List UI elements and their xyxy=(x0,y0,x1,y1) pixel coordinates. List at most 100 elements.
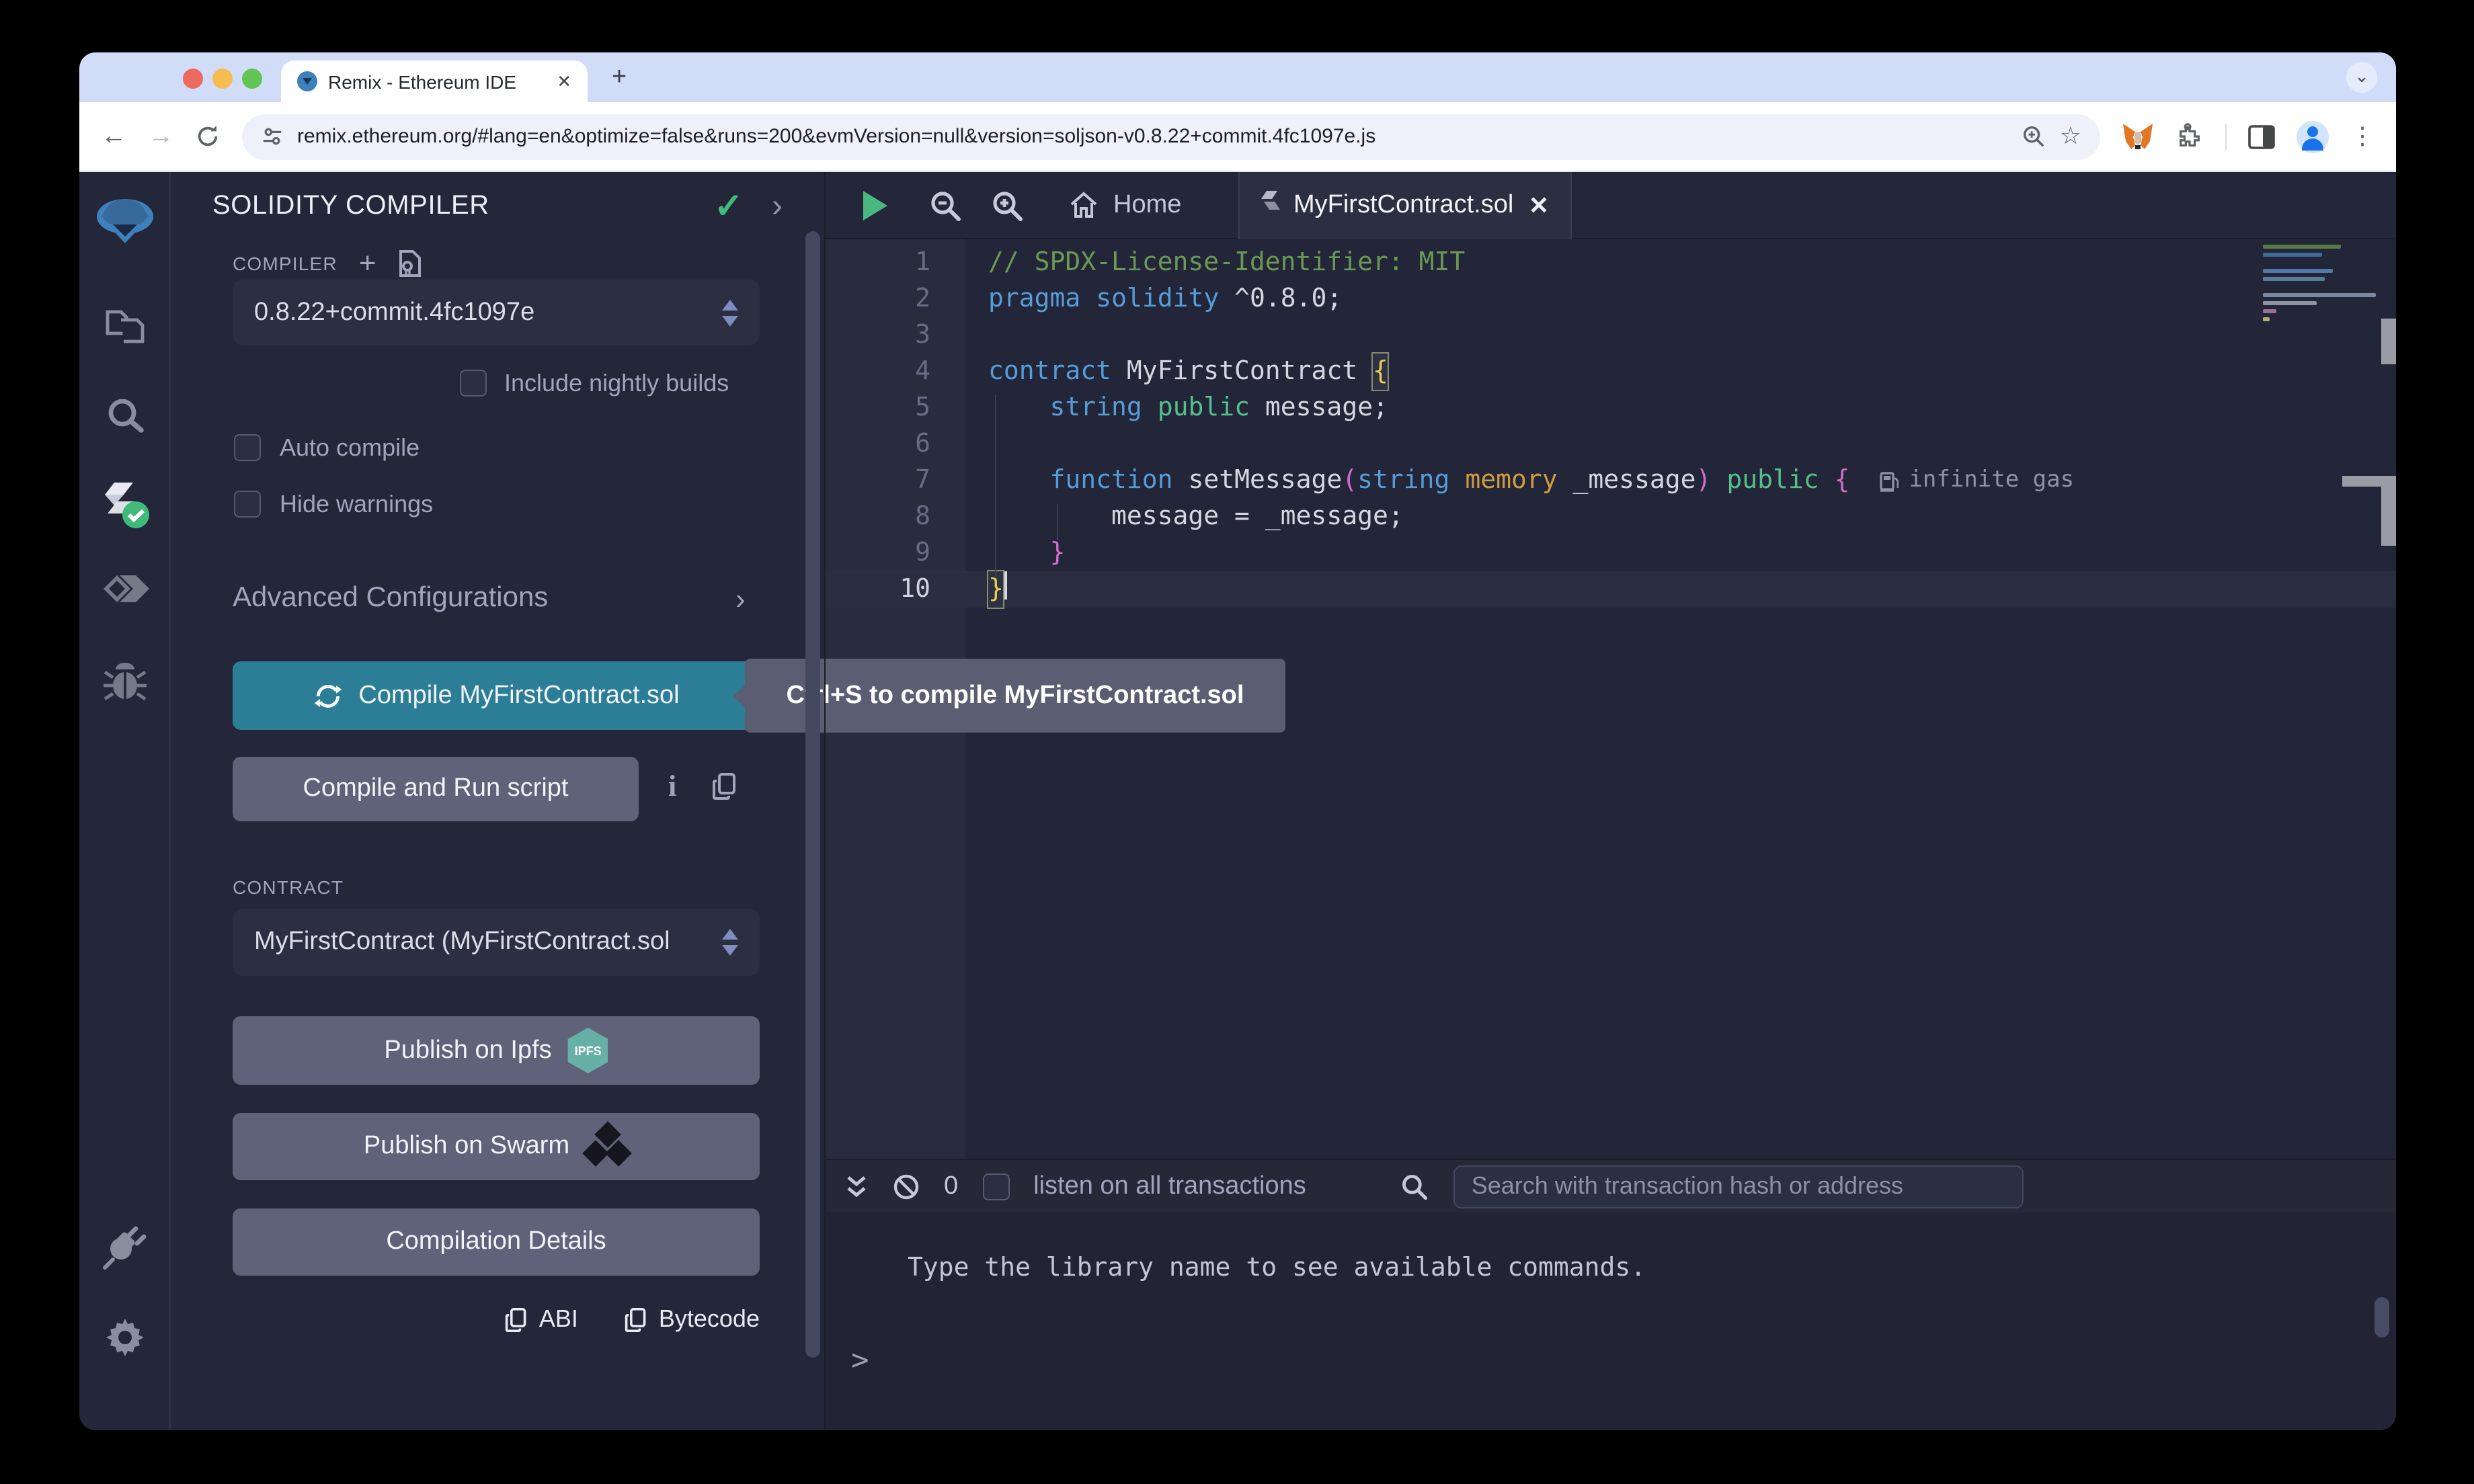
traffic-close-button[interactable] xyxy=(183,69,203,89)
code-line[interactable]: 5 string public message; xyxy=(826,390,2396,426)
hide-warnings-checkbox[interactable] xyxy=(234,491,261,518)
advanced-configurations-label[interactable]: Advanced Configurations xyxy=(233,582,548,614)
panel-chevron-right-icon[interactable]: › xyxy=(772,188,783,226)
publish-ipfs-button[interactable]: Publish on Ipfs IPFS xyxy=(233,1016,760,1085)
terminal-output[interactable]: Type the library name to see available c… xyxy=(826,1212,2396,1430)
solidity-compiler-icon[interactable] xyxy=(97,477,151,531)
run-script-play-icon[interactable] xyxy=(863,191,887,220)
side-panel-icon[interactable] xyxy=(2248,124,2275,149)
settings-gear-icon[interactable] xyxy=(102,1315,147,1360)
plugin-manager-plug-icon[interactable] xyxy=(102,1225,147,1270)
search-icon[interactable] xyxy=(103,395,146,438)
compile-success-check-icon: ✓ xyxy=(714,186,744,227)
panel-divider xyxy=(824,172,826,1430)
add-compiler-icon[interactable]: + xyxy=(359,246,376,281)
url-bar[interactable]: remix.ethereum.org/#lang=en&optimize=fal… xyxy=(242,114,2100,159)
listen-transactions-checkbox[interactable] xyxy=(982,1173,1009,1200)
code-line[interactable]: 4contract MyFirstContract { xyxy=(826,354,2396,390)
publish-swarm-button[interactable]: Publish on Swarm xyxy=(233,1113,760,1180)
menu-kebab-icon[interactable]: ⋮ xyxy=(2350,122,2375,151)
contract-section-label: CONTRACT xyxy=(233,876,344,898)
url-text[interactable]: remix.ethereum.org/#lang=en&optimize=fal… xyxy=(297,125,2007,148)
copy-icon xyxy=(504,1306,528,1333)
compile-button-label: Compile MyFirstContract.sol xyxy=(358,681,679,710)
reload-icon[interactable] xyxy=(195,124,221,149)
copy-icon xyxy=(624,1306,648,1333)
code-line[interactable]: 7 function setMessage(string memory _mes… xyxy=(826,462,2396,499)
back-icon[interactable]: ← xyxy=(101,122,126,151)
bookmark-star-icon[interactable]: ☆ xyxy=(2060,122,2081,151)
indent-guide xyxy=(995,395,996,577)
zoom-page-icon[interactable] xyxy=(2021,124,2046,149)
new-tab-button[interactable]: + xyxy=(612,63,627,93)
listen-transactions-label: listen on all transactions xyxy=(1033,1171,1306,1201)
code-line[interactable]: 6 xyxy=(826,426,2396,462)
clear-console-icon[interactable] xyxy=(893,1173,920,1200)
compilation-details-button[interactable]: Compilation Details xyxy=(233,1208,760,1276)
copy-script-icon[interactable] xyxy=(711,772,738,801)
swarm-icon xyxy=(586,1125,629,1168)
indent-guide xyxy=(1057,504,1058,540)
deploy-run-icon[interactable] xyxy=(100,573,149,613)
editor-scrollbar-thumb[interactable] xyxy=(2381,319,2396,364)
remix-logo-icon[interactable] xyxy=(93,195,155,249)
terminal-search-input[interactable] xyxy=(1454,1165,2024,1208)
file-tab-close-icon[interactable]: ✕ xyxy=(1529,192,1549,220)
panel-title: SOLIDITY COMPILER xyxy=(212,191,489,222)
file-explorer-icon[interactable] xyxy=(102,306,147,347)
include-nightly-checkbox[interactable] xyxy=(460,370,487,397)
compile-run-label: Compile and Run script xyxy=(303,774,569,804)
extensions-puzzle-icon[interactable] xyxy=(2176,122,2204,151)
minimap-slider[interactable] xyxy=(2381,476,2396,546)
browser-tabstrip: Remix - Ethereum IDE ✕ + ⌄ xyxy=(79,52,2396,102)
tab-title: Remix - Ethereum IDE xyxy=(328,71,546,92)
terminal-help-text: Type the library name to see available c… xyxy=(908,1253,1646,1282)
include-nightly-label: Include nightly builds xyxy=(504,370,729,398)
compilation-details-label: Compilation Details xyxy=(386,1227,606,1257)
compiler-version-value: 0.8.22+commit.4fc1097e xyxy=(254,298,722,327)
zoom-in-icon[interactable] xyxy=(990,188,1025,223)
code-line[interactable]: 3 xyxy=(826,317,2396,354)
code-line[interactable]: 9 } xyxy=(826,535,2396,571)
code-line[interactable]: 2pragma solidity ^0.8.0; xyxy=(826,281,2396,317)
browser-tab[interactable]: Remix - Ethereum IDE ✕ xyxy=(281,60,588,102)
minimap[interactable] xyxy=(2263,245,2379,325)
traffic-minimize-button[interactable] xyxy=(212,69,233,89)
copy-bytecode-button[interactable]: Bytecode xyxy=(624,1305,760,1333)
line-number: 2 xyxy=(826,281,965,317)
profile-avatar[interactable] xyxy=(2297,120,2329,153)
gas-estimate-annotation: infinite gas xyxy=(1879,462,2074,499)
tab-myfirstcontract[interactable]: MyFirstContract.sol ✕ xyxy=(1238,172,1572,239)
info-icon[interactable]: i xyxy=(668,769,676,804)
compile-and-run-button[interactable]: Compile and Run script xyxy=(233,757,639,821)
metamask-extension-icon[interactable] xyxy=(2122,122,2154,151)
code-line[interactable]: 1// SPDX-License-Identifier: MIT xyxy=(826,245,2396,281)
copy-abi-button[interactable]: ABI xyxy=(504,1305,578,1333)
transaction-count-badge: 0 xyxy=(944,1171,958,1201)
file-tab-label: MyFirstContract.sol xyxy=(1293,191,1515,220)
zoom-out-icon[interactable] xyxy=(928,188,963,223)
forward-icon[interactable]: → xyxy=(148,122,173,151)
code-line[interactable]: 10} xyxy=(826,571,2396,608)
terminal-scrollbar[interactable] xyxy=(2375,1297,2389,1337)
publish-ipfs-label: Publish on Ipfs xyxy=(384,1036,551,1065)
tab-close-icon[interactable]: ✕ xyxy=(557,71,571,92)
debugger-bug-icon[interactable] xyxy=(102,661,147,704)
traffic-zoom-button[interactable] xyxy=(242,69,262,89)
collapse-terminal-icon[interactable] xyxy=(844,1173,869,1200)
editor-toolbar: Home MyFirstContract.sol ✕ xyxy=(826,172,2396,239)
tab-home[interactable]: Home xyxy=(1054,172,1195,239)
compile-button[interactable]: Compile MyFirstContract.sol xyxy=(233,661,760,730)
compiler-version-select[interactable]: 0.8.22+commit.4fc1097e xyxy=(233,280,760,345)
line-number: 3 xyxy=(826,317,965,354)
auto-compile-checkbox[interactable] xyxy=(234,434,261,461)
advanced-chevron-icon[interactable]: › xyxy=(735,582,746,617)
contract-select[interactable]: MyFirstContract (MyFirstContract.sol xyxy=(233,909,760,976)
site-settings-icon[interactable] xyxy=(261,125,284,148)
panel-scrollbar[interactable] xyxy=(805,231,820,1358)
line-number: 6 xyxy=(826,426,965,462)
code-line[interactable]: 8 message = _message; xyxy=(826,499,2396,535)
license-file-icon[interactable] xyxy=(398,249,422,278)
tab-search-chevron-icon[interactable]: ⌄ xyxy=(2346,62,2377,93)
code-lines: 1// SPDX-License-Identifier: MIT2pragma … xyxy=(826,245,2396,608)
